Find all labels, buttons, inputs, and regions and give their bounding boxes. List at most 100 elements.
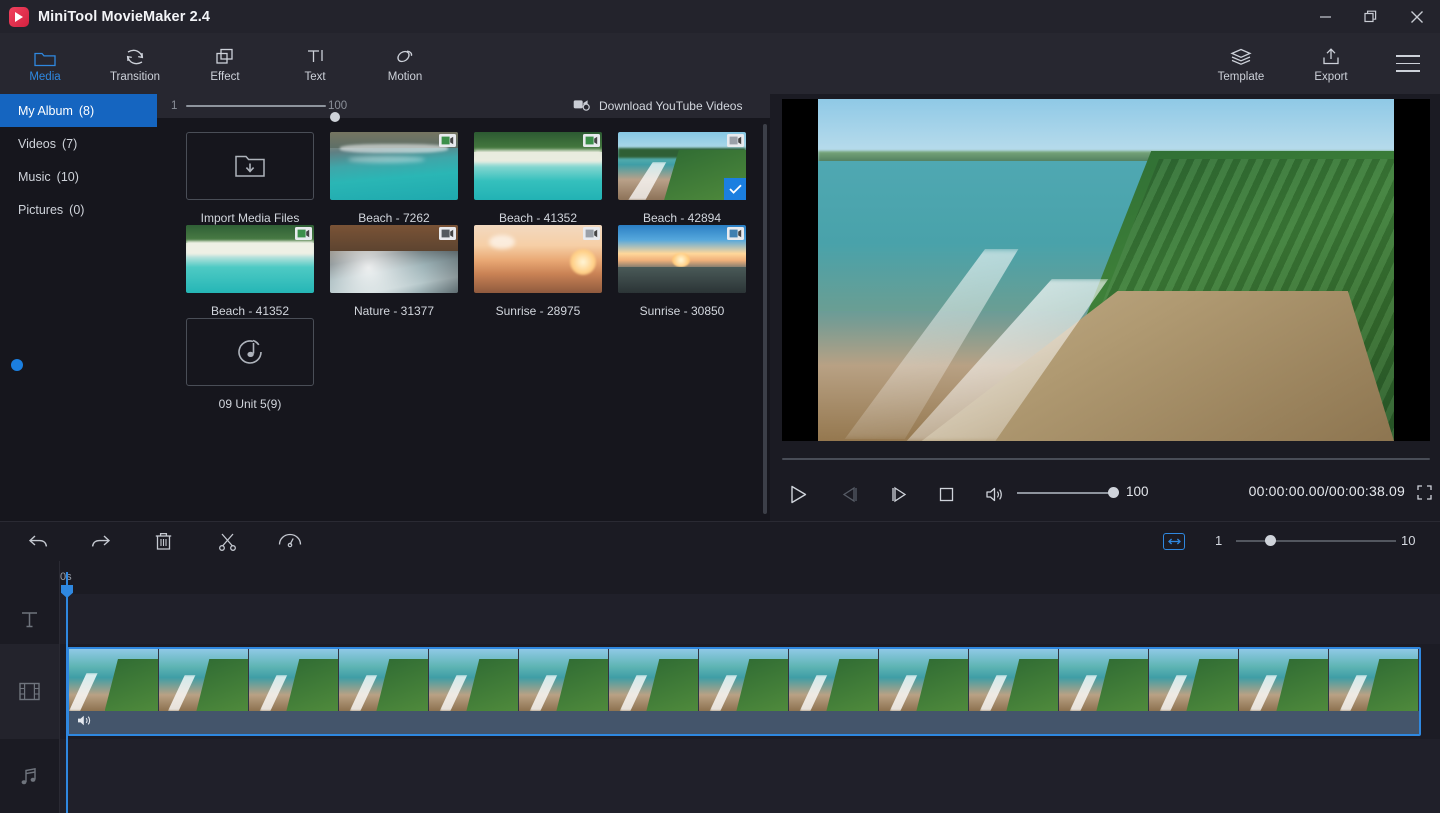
video-download-icon [573, 98, 591, 114]
scissors-icon[interactable] [195, 522, 259, 561]
folder-download-icon [186, 132, 314, 200]
preview-seek-handle[interactable] [11, 359, 23, 371]
ribbon-tab-export-label: Export [1314, 71, 1347, 83]
media-item-selected-check-icon [724, 178, 746, 200]
close-icon[interactable] [1394, 0, 1440, 33]
play-logo-icon [9, 7, 29, 27]
preview-timecode: 00:00:00.00/00:00:38.09 [1249, 483, 1405, 499]
clip-frame [519, 649, 609, 711]
film-strip-icon[interactable] [0, 644, 59, 739]
export-upload-icon [1320, 45, 1342, 67]
media-item[interactable]: Sunrise - 30850 [610, 225, 754, 318]
ribbon-tab-media-label: Media [29, 71, 60, 83]
timeline-text-track[interactable] [59, 594, 1440, 644]
music-note-icon[interactable] [0, 739, 59, 813]
preview-volume-handle[interactable] [1108, 487, 1119, 498]
thumbnail-size-slider[interactable] [186, 105, 326, 107]
timeline-zoom-min-label: 1 [1215, 533, 1222, 548]
text-cursor-icon [304, 45, 326, 67]
media-item[interactable]: 09 Unit 5(9) [178, 318, 322, 411]
hamburger-menu-icon[interactable] [1376, 33, 1440, 94]
timeline-track-headers [0, 594, 59, 813]
clip-frame [699, 649, 789, 711]
template-stack-icon [1229, 45, 1253, 67]
import-media-files-tile[interactable]: Import Media Files [178, 132, 322, 225]
media-item[interactable]: Beach - 41352 [178, 225, 322, 318]
ribbon-tab-template[interactable]: Template [1196, 33, 1286, 94]
media-item[interactable]: Beach - 42894 [610, 132, 754, 225]
media-sidebar: My Album (8) Videos (7) Music (10) Pictu… [0, 94, 157, 521]
stop-icon[interactable] [922, 474, 970, 514]
app-title: MiniTool MovieMaker 2.4 [38, 9, 210, 25]
play-icon[interactable] [770, 474, 826, 514]
maximize-icon[interactable] [1348, 0, 1394, 33]
sidebar-item-my-album-label: My Album [18, 104, 73, 118]
timeline-ruler[interactable]: 0s [0, 561, 1440, 594]
ribbon-tab-text[interactable]: Text [270, 33, 360, 94]
ribbon-tab-media[interactable]: Media [0, 33, 90, 94]
speed-gauge-icon[interactable] [258, 522, 322, 561]
media-item-label: Sunrise - 28975 [466, 304, 610, 318]
ribbon-tab-export[interactable]: Export [1286, 33, 1376, 94]
preview-monitor[interactable] [782, 99, 1430, 441]
timeline-video-clip[interactable] [67, 647, 1421, 736]
clip-frame [249, 649, 339, 711]
media-item[interactable]: Beach - 7262 [322, 132, 466, 225]
media-item-label: Sunrise - 30850 [610, 304, 754, 318]
ribbon-tab-transition-label: Transition [110, 71, 160, 83]
timeline-zoom-slider[interactable] [1236, 540, 1396, 542]
undo-icon[interactable] [6, 522, 70, 561]
preview-seek-bar[interactable] [782, 458, 1430, 460]
media-panel-scrollbar[interactable] [763, 124, 767, 514]
trash-icon[interactable] [131, 522, 195, 561]
sidebar-item-videos[interactable]: Videos (7) [0, 127, 157, 160]
timeline-toolbar [0, 521, 1440, 561]
window-controls [1302, 0, 1440, 33]
previous-frame-icon[interactable] [826, 474, 874, 514]
ribbon-tab-transition[interactable]: Transition [90, 33, 180, 94]
thumbnail-size-min-label: 1 [171, 100, 177, 112]
volume-icon[interactable] [970, 474, 1018, 514]
download-youtube-videos-label: Download YouTube Videos [599, 99, 742, 113]
media-panel-toolbar: 1 100 Download YouTube Videos [157, 94, 770, 118]
sidebar-item-videos-count: (7) [62, 137, 77, 151]
ribbon-tab-effect[interactable]: Effect [180, 33, 270, 94]
fullscreen-icon[interactable] [1417, 485, 1432, 505]
media-item-label: Beach - 42894 [610, 211, 754, 225]
timeline-music-track[interactable] [59, 739, 1440, 813]
minimize-icon[interactable] [1302, 0, 1348, 33]
clip-frame [789, 649, 879, 711]
media-item[interactable]: Nature - 31377 [322, 225, 466, 318]
audio-volume-icon[interactable] [77, 714, 92, 732]
app-window: MiniTool MovieMaker 2.4 [0, 0, 1440, 813]
import-media-files-label: Import Media Files [178, 211, 322, 225]
clip-frame [609, 649, 699, 711]
text-track-icon[interactable] [0, 594, 59, 644]
clip-thumbnail-strip [69, 649, 1419, 711]
preview-video-frame [818, 99, 1394, 441]
timeline-playhead[interactable] [66, 572, 68, 813]
ribbon-tab-template-label: Template [1218, 71, 1265, 83]
sidebar-item-my-album[interactable]: My Album (8) [0, 94, 157, 127]
music-note-circle-icon[interactable] [186, 318, 314, 386]
clip-frame [159, 649, 249, 711]
sidebar-item-music[interactable]: Music (10) [0, 160, 157, 193]
layers-squares-icon [214, 45, 236, 67]
media-item[interactable]: Sunrise - 28975 [466, 225, 610, 318]
next-frame-icon[interactable] [874, 474, 922, 514]
video-badge-icon [727, 227, 744, 240]
fit-to-screen-icon[interactable] [1163, 533, 1185, 550]
ribbon-tab-motion[interactable]: Motion [360, 33, 450, 94]
redo-icon[interactable] [68, 522, 132, 561]
preview-volume-slider[interactable] [1017, 492, 1117, 494]
clip-frame [429, 649, 519, 711]
clip-frame [879, 649, 969, 711]
ribbon-tab-effect-label: Effect [210, 71, 239, 83]
sidebar-item-pictures[interactable]: Pictures (0) [0, 193, 157, 226]
media-panel: 1 100 Download YouTube Videos [157, 94, 770, 521]
download-youtube-videos-button[interactable]: Download YouTube Videos [573, 98, 742, 114]
media-item[interactable]: Beach - 41352 [466, 132, 610, 225]
video-badge-icon [439, 134, 456, 147]
timeline-zoom-handle[interactable] [1265, 535, 1276, 546]
clip-audio-bar [69, 711, 1419, 734]
